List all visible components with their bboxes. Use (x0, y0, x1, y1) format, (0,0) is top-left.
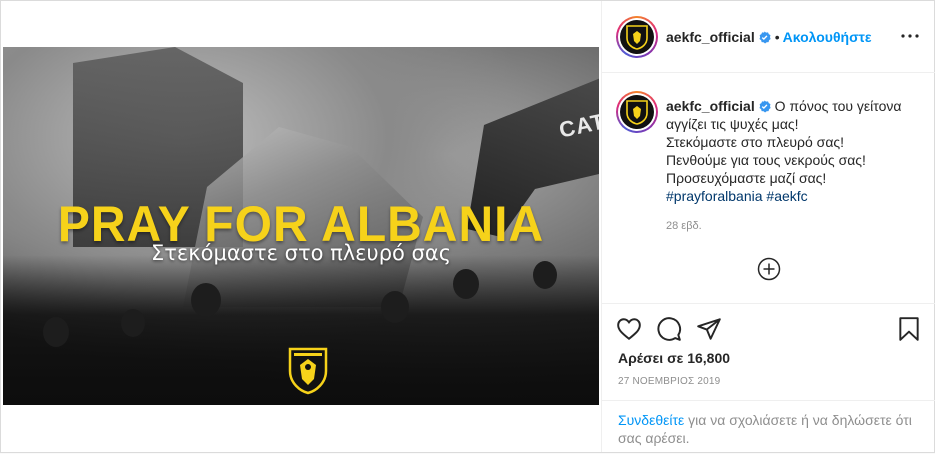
post-caption: aekfc_official Ο πόνος του γείτονα αγγίζ… (666, 97, 921, 205)
bookmark-icon[interactable] (896, 316, 922, 342)
follow-button[interactable]: Ακολουθήστε (783, 29, 872, 45)
aek-crest-icon (288, 347, 328, 395)
avatar[interactable] (616, 16, 658, 58)
person-silhouette (191, 283, 221, 317)
share-icon[interactable] (696, 316, 722, 342)
post-side-panel: aekfc_official • Ακολουθήστε aekfc_offic… (601, 1, 935, 452)
add-comment-icon[interactable] (757, 257, 781, 281)
caption-username[interactable]: aekfc_official (666, 98, 755, 114)
hashtag-link[interactable]: #prayforalbania (666, 188, 763, 204)
person-silhouette (43, 317, 69, 347)
person-silhouette (453, 269, 479, 299)
caption-line: Πενθούμε για τους νεκρούς σας! (666, 152, 866, 168)
comment-icon[interactable] (656, 316, 682, 342)
person-silhouette (381, 291, 409, 323)
person-silhouette (533, 261, 557, 289)
more-icon (901, 34, 919, 38)
caption-hashtags: #prayforalbania #aekfc (666, 187, 921, 205)
login-prompt: Συνδεθείτε για να σχολιάσετε ή να δηλώσε… (602, 400, 935, 454)
header-username[interactable]: aekfc_official (666, 29, 755, 45)
login-link[interactable]: Συνδεθείτε (618, 412, 684, 428)
caption-avatar[interactable] (616, 91, 658, 133)
more-options-button[interactable] (899, 25, 921, 47)
post-photo[interactable]: CAT PRAY FOR ALBANIA Στεκόμαστε στο πλευ… (3, 47, 599, 405)
aek-crest-icon (626, 25, 648, 50)
post-date: 27 ΝΟΕΜΒΡΙΟΣ 2019 (618, 376, 721, 387)
instagram-post: CAT PRAY FOR ALBANIA Στεκόμαστε στο πλευ… (0, 0, 935, 453)
post-media: CAT PRAY FOR ALBANIA Στεκόμαστε στο πλευ… (1, 1, 601, 452)
post-header: aekfc_official • Ακολουθήστε (602, 1, 935, 73)
hashtag-link[interactable]: #aekfc (766, 188, 807, 204)
verified-icon (759, 100, 771, 113)
caption-time-ago[interactable]: 28 εβδ. (666, 220, 702, 232)
image-subtitle-text: Στεκόμαστε στο πλευρό σας (150, 241, 452, 265)
verified-icon (759, 31, 771, 44)
caption-line: Προσευχόμαστε μαζί σας! (666, 170, 827, 186)
aek-crest-icon (626, 100, 648, 125)
header-separator: • (774, 29, 780, 45)
likes-count[interactable]: Αρέσει σε 16,800 (618, 350, 730, 366)
post-actions: Αρέσει σε 16,800 27 ΝΟΕΜΒΡΙΟΣ 2019 Συνδε… (602, 303, 935, 451)
heart-icon[interactable] (616, 316, 642, 342)
caption-line: Στεκόμαστε στο πλευρό σας! (666, 134, 845, 150)
header-user-info: aekfc_official • Ακολουθήστε (666, 29, 872, 45)
person-silhouette (121, 309, 145, 337)
